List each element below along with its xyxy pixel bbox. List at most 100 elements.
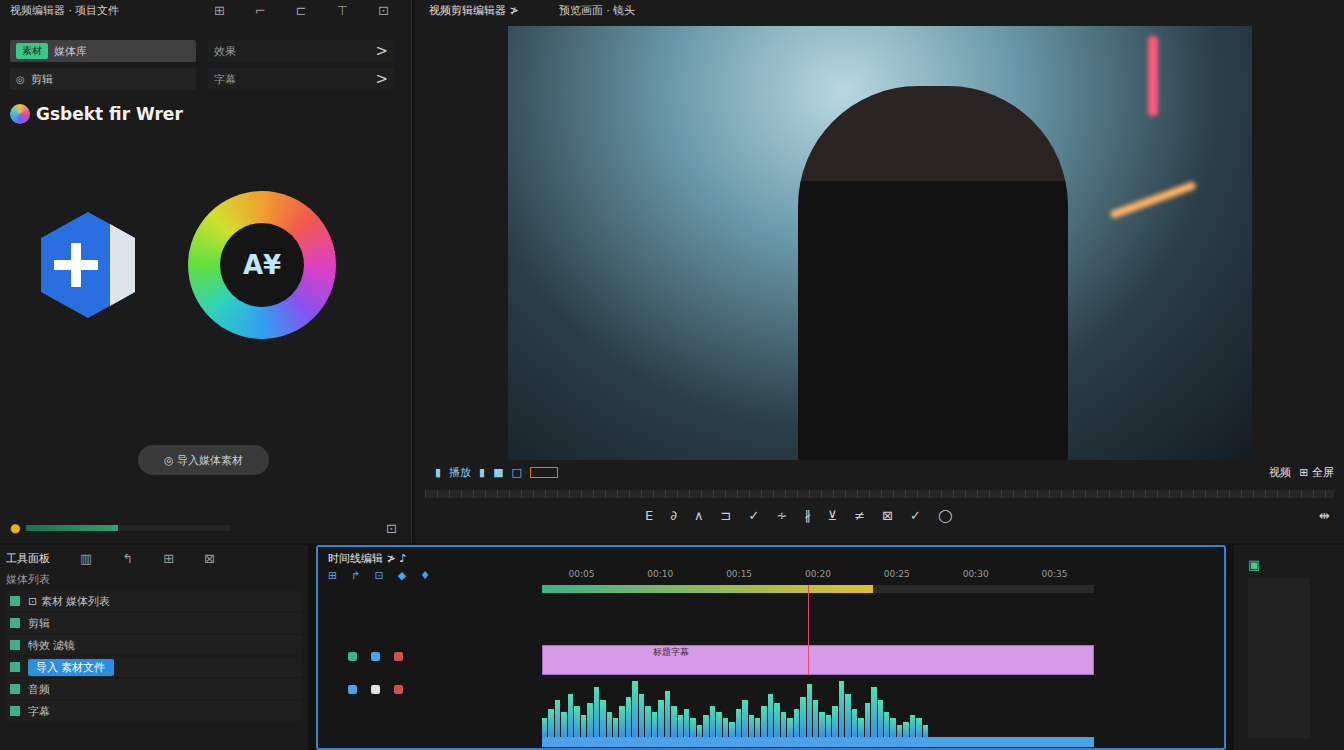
color-wheel-icon[interactable]: A¥ — [188, 191, 336, 339]
view-button[interactable]: 视频 — [1269, 465, 1291, 480]
toolbar-icon[interactable]: ⊤ — [337, 3, 348, 18]
toolbar-icon[interactable]: ⊡ — [378, 3, 389, 18]
timeline-body: ⊞↱⊡◆♦00:0500:1000:1500:2000:2500:3000:35… — [318, 569, 1224, 748]
preview-subtitle: 预览画面 · 镜头 — [559, 3, 636, 18]
nav-link[interactable]: 字幕> — [208, 68, 394, 90]
tool-button[interactable]: ⊐ — [720, 508, 731, 523]
waveform-bar — [665, 691, 670, 738]
tool-button[interactable]: ∧ — [694, 508, 704, 523]
waveform-bar — [761, 706, 766, 737]
tool-button[interactable]: ✓ — [910, 508, 921, 523]
marker-icon[interactable] — [530, 467, 558, 478]
toolbar-icon[interactable]: ⊞ — [214, 3, 225, 18]
audio-waveform[interactable] — [542, 675, 928, 737]
track-color-icon — [348, 652, 357, 661]
waveform-bar — [574, 706, 579, 737]
media-item[interactable]: 特效 滤镜 — [6, 635, 302, 655]
media-label: 音频 — [28, 682, 50, 697]
video-track[interactable] — [542, 737, 1094, 747]
nav-field[interactable]: ◎ 剪辑 — [10, 68, 196, 90]
media-label: 字幕 — [28, 704, 50, 719]
toolbar-icon[interactable]: ⌐ — [255, 3, 266, 18]
waveform-bar — [858, 718, 863, 737]
tool-button[interactable]: ∂ — [670, 508, 677, 523]
ruler-bar[interactable] — [542, 585, 1094, 593]
tool-button[interactable]: ◯ — [938, 508, 953, 523]
waveform-bar — [923, 725, 928, 737]
add-hexagon-icon[interactable] — [38, 209, 138, 321]
solo-icon[interactable] — [394, 685, 403, 694]
transport-button[interactable]: 播放 — [449, 465, 471, 480]
media-panel: 视频编辑器 · 项目文件⊞⌐⊏⊤⊡素材媒体库效果>◎剪辑字幕>Gsbekt fi… — [0, 0, 412, 543]
tool-group: E ∂ ∧ ⊐ ✓ ∻ ∦ ⊻ ≠ ⊠ ✓ ◯ — [645, 508, 952, 523]
neon-light — [1109, 181, 1196, 219]
media-item[interactable]: 导入 素材文件 — [6, 657, 302, 677]
tool-button[interactable]: ≠ — [854, 508, 865, 523]
thumb-icon — [10, 618, 20, 628]
meter-icon: ▣ — [1248, 557, 1330, 572]
tool-panel-title: 工具面板 — [6, 551, 50, 566]
waveform-bar — [658, 700, 663, 737]
track-tool-icon[interactable]: ↱ — [351, 569, 360, 585]
waveform-bar — [897, 725, 902, 737]
record-icon[interactable] — [394, 652, 403, 661]
import-button[interactable]: ◎ 导入媒体素材 — [138, 445, 269, 475]
top-icons: ⊞ ⌐ ⊏ ⊤ ⊡ — [214, 3, 397, 18]
waveform-bar — [832, 706, 837, 737]
panel-icon[interactable]: ⊠ — [204, 551, 215, 566]
tool-button[interactable]: E — [645, 508, 653, 523]
tool-button[interactable]: ∦ — [804, 508, 811, 523]
media-item[interactable]: 音频 — [6, 679, 302, 699]
title-clip[interactable]: 标题字幕 — [542, 645, 1094, 675]
panel-icon[interactable]: ▥ — [80, 551, 92, 566]
edit-tools: E ∂ ∧ ⊐ ✓ ∻ ∦ ⊻ ≠ ⊠ ✓ ◯ ⇹ — [425, 508, 1334, 523]
app-title: 视频编辑器 · 项目文件 — [10, 3, 120, 18]
nav-tag: ◎ — [16, 74, 25, 85]
chevron-icon: > — [375, 70, 388, 88]
track-tool-icon[interactable]: ⊞ — [328, 569, 337, 585]
track-headers: ⊞ ↱ ⊡ ◆ ♦ — [318, 569, 542, 748]
panel-icon[interactable]: ⊞ — [163, 551, 174, 566]
waveform-bar — [916, 718, 921, 737]
media-item[interactable]: 字幕 — [6, 701, 302, 721]
transport-button[interactable]: □ — [512, 466, 522, 479]
tool-button[interactable]: ⊠ — [882, 508, 893, 523]
track-tool-icon[interactable]: ♦ — [420, 569, 430, 585]
waveform-bar — [690, 718, 695, 737]
waveform-bar — [781, 712, 786, 737]
transport-button[interactable]: ▮ — [435, 466, 441, 479]
waveform-bar — [826, 715, 831, 737]
timeline-title: 时间线编辑 ≯ ♪ — [328, 552, 406, 565]
waveform-bar — [716, 712, 721, 737]
track-header — [328, 643, 542, 669]
track-tool-icon[interactable]: ◆ — [398, 569, 406, 585]
resize-button[interactable]: ⇹ — [1319, 508, 1330, 523]
waveform-bar — [561, 712, 566, 737]
waveform-bar — [774, 703, 779, 737]
link-label: 效果 — [214, 44, 236, 59]
transport-button[interactable]: ▮ — [479, 466, 485, 479]
media-label: 导入 素材文件 — [28, 659, 114, 676]
track-tool-icon[interactable]: ⊡ — [374, 569, 383, 585]
media-item[interactable]: ⊡ 素材 媒体列表 — [6, 591, 302, 611]
view-button[interactable]: ⊞ 全屏 — [1299, 465, 1334, 480]
tool-button[interactable]: ⊻ — [828, 508, 838, 523]
playhead[interactable] — [808, 585, 809, 675]
transport-button[interactable]: ■ — [493, 466, 503, 479]
audio-meter: ▣ — [1234, 545, 1344, 750]
panel-icon[interactable]: ↰ — [122, 551, 133, 566]
nav-label: 剪辑 — [31, 72, 53, 87]
ruler-label: 00:30 — [963, 569, 989, 585]
tool-button[interactable]: ✓ — [748, 508, 759, 523]
tool-button[interactable]: ∻ — [776, 508, 787, 523]
nav-rows: 素材媒体库效果>◎剪辑字幕> — [10, 40, 397, 90]
mute-icon[interactable] — [371, 685, 380, 694]
expand-icon[interactable]: ⊡ — [386, 521, 397, 536]
nav-link[interactable]: 效果> — [208, 40, 394, 62]
waveform-bar — [787, 718, 792, 737]
nav-field[interactable]: 素材媒体库 — [10, 40, 196, 62]
lock-icon[interactable] — [371, 652, 380, 661]
scrubber[interactable] — [425, 490, 1334, 498]
toolbar-icon[interactable]: ⊏ — [296, 3, 307, 18]
media-item[interactable]: 剪辑 — [6, 613, 302, 633]
